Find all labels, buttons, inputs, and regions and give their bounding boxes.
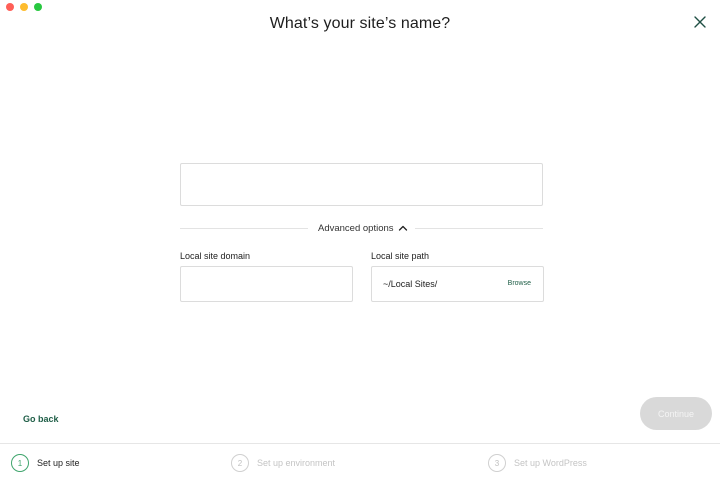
steps-divider (0, 443, 720, 444)
window-traffic-lights (6, 3, 42, 11)
site-name-input[interactable] (180, 163, 543, 206)
step-set-up-wordpress: 3 Set up WordPress (488, 454, 587, 472)
step-set-up-site: 1 Set up site (11, 454, 80, 472)
local-site-path-field[interactable]: ~/Local Sites/ Browse (371, 266, 544, 302)
advanced-options-toggle[interactable]: Advanced options (318, 221, 408, 235)
step-label: Set up environment (257, 458, 336, 468)
local-site-path-value: ~/Local Sites/ (383, 279, 438, 289)
local-site-path-label: Local site path (371, 251, 430, 261)
step-number: 1 (11, 454, 29, 472)
window-close-dot[interactable] (6, 3, 14, 11)
chevron-up-icon (398, 224, 408, 232)
close-icon[interactable] (692, 14, 708, 30)
step-label: Set up site (37, 458, 80, 468)
page-title: What’s your site’s name? (269, 15, 451, 32)
step-set-up-environment: 2 Set up environment (231, 454, 335, 472)
step-number: 3 (488, 454, 506, 472)
step-label: Set up WordPress (514, 458, 587, 468)
advanced-options-label: Advanced options (318, 222, 394, 234)
continue-button[interactable]: Continue (640, 397, 712, 430)
local-site-domain-input[interactable] (180, 266, 353, 302)
new-site-window: What’s your site’s name? Advanced option… (0, 0, 720, 482)
window-minimize-dot[interactable] (20, 3, 28, 11)
step-number: 2 (231, 454, 249, 472)
browse-button[interactable]: Browse (508, 280, 531, 287)
go-back-link[interactable]: Go back (23, 414, 59, 424)
advanced-divider-left (180, 228, 308, 229)
advanced-divider-right (415, 228, 543, 229)
local-site-domain-label: Local site domain (180, 251, 251, 261)
window-zoom-dot[interactable] (34, 3, 42, 11)
